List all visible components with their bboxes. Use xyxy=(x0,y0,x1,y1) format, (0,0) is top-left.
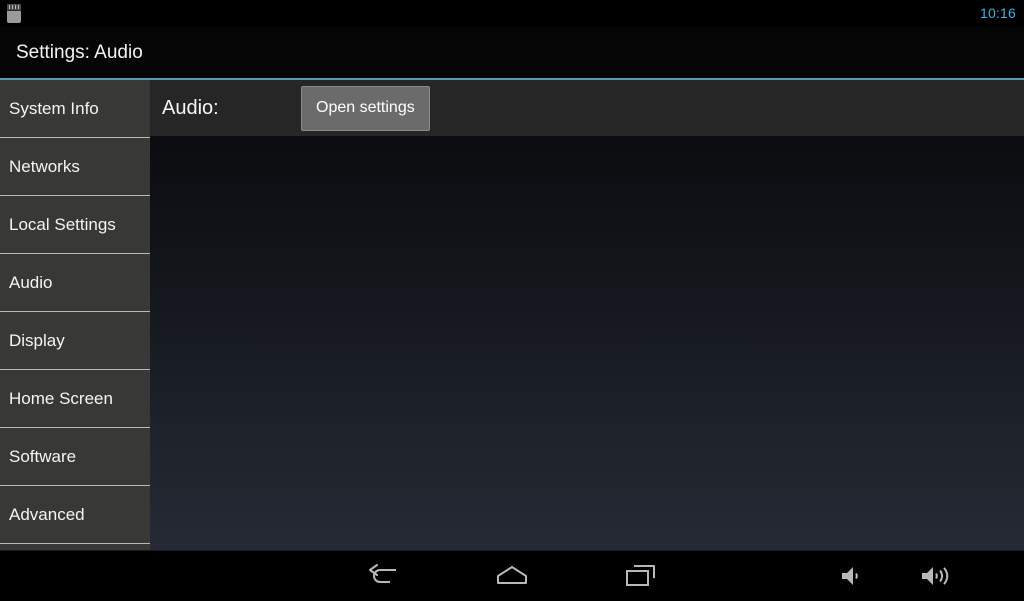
navigation-bar xyxy=(0,550,1024,601)
sd-card-icon xyxy=(7,4,21,23)
volume-down-icon xyxy=(842,567,858,585)
status-bar: 10:16 xyxy=(0,0,1024,27)
sidebar-item-label: Home Screen xyxy=(9,388,113,408)
sidebar-item-label: Networks xyxy=(9,156,80,176)
sidebar-item-networks[interactable]: Networks xyxy=(0,138,150,196)
title-bar: Settings: Audio xyxy=(0,27,1024,78)
device-screen: 10:16 Settings: Audio System Info Networ… xyxy=(0,0,1024,601)
sidebar-item-label: System Info xyxy=(9,98,99,118)
recents-icon xyxy=(626,565,655,586)
home-button[interactable] xyxy=(477,551,547,601)
body-area: System Info Networks Local Settings Audi… xyxy=(0,80,1024,550)
sidebar-item-home-screen[interactable]: Home Screen xyxy=(0,370,150,428)
main-content: Audio: Open settings xyxy=(150,80,1024,550)
sidebar-item-label: Audio xyxy=(9,272,53,292)
open-settings-button[interactable]: Open settings xyxy=(301,85,430,131)
sidebar-item-label: Advanced xyxy=(9,504,85,524)
sidebar-item-audio[interactable]: Audio xyxy=(0,254,150,312)
volume-down-button[interactable] xyxy=(817,551,887,601)
page-title: Settings: Audio xyxy=(16,41,143,63)
sidebar-item-software[interactable]: Software xyxy=(0,428,150,486)
sidebar-item-advanced[interactable]: Advanced xyxy=(0,486,150,544)
sidebar-item-system-info[interactable]: System Info xyxy=(0,80,150,138)
sidebar-item-label: Local Settings xyxy=(9,214,116,234)
volume-up-button[interactable] xyxy=(900,551,970,601)
back-icon xyxy=(369,564,396,583)
sidebar-item-label: Display xyxy=(9,330,65,350)
audio-settings-row: Audio: Open settings xyxy=(150,80,1024,136)
sidebar-item-local-settings[interactable]: Local Settings xyxy=(0,196,150,254)
volume-up-icon xyxy=(922,567,949,585)
home-icon xyxy=(497,566,527,584)
sidebar-item-label: Software xyxy=(9,446,77,466)
sidebar: System Info Networks Local Settings Audi… xyxy=(0,80,150,550)
back-button[interactable] xyxy=(349,551,419,601)
sidebar-item-display[interactable]: Display xyxy=(0,312,150,370)
status-bar-icons xyxy=(0,0,21,27)
audio-label: Audio: xyxy=(162,96,219,119)
status-bar-clock: 10:16 xyxy=(979,5,1016,21)
recent-apps-button[interactable] xyxy=(606,551,676,601)
